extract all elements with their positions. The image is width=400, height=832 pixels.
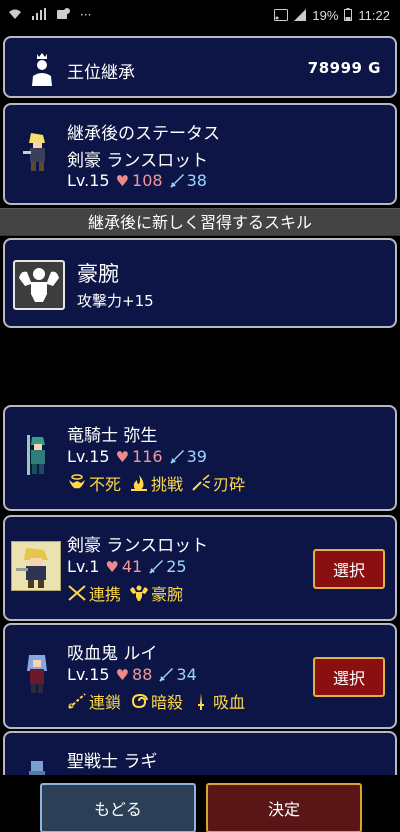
hp-stat: ♥ 41 [105,557,142,576]
header-panel: 王位継承 78999 G [3,36,397,98]
dagger-icon [198,693,205,710]
muscle-icon [130,585,149,601]
mobile-signal-icon [294,8,307,23]
hp-value: 88 [132,665,153,684]
select-button[interactable]: 選択 [313,549,385,589]
sword-icon [169,173,184,188]
back-button[interactable]: もどる [40,783,196,832]
new-skill-banner: 継承後に新しく習得するスキル [0,208,400,236]
gold-amount: 78999 G [307,59,381,77]
attack-value: 25 [166,557,187,576]
chain-icon [68,693,86,709]
skill-badge: 豪腕 [129,581,183,605]
skill-badge: 挑戦 [129,471,183,495]
candidate-name: 剣豪 ランスロット [67,536,209,556]
wifi-icon [8,8,22,22]
candidate-stats: Lv.1 ♥ 41 25 [67,557,187,576]
inherit-stats: Lv.15 ♥ 108 38 [67,171,207,190]
hp-value: 41 [121,557,143,576]
attack-value: 38 [186,171,207,190]
level-label: Lv.15 [67,665,110,684]
skill-badge: 連鎖 [67,689,121,713]
sword-icon [159,667,174,682]
crossed-swords-icon [68,585,86,601]
battery-icon [344,8,353,23]
attack-stat: 34 [158,665,197,684]
inherit-status-title: 継承後のステータス [67,124,220,144]
notification-icon [56,8,70,22]
new-skill-name: 豪腕 [77,262,119,286]
broken-blade-icon [192,474,211,491]
candidate-skills: 不死 挑戦 刃砕 [67,471,245,495]
candidate-stats: Lv.15 ♥ 116 39 [67,447,207,466]
new-skill-panel: 豪腕 攻撃力+15 [3,238,397,328]
flame-icon [131,475,148,491]
inherit-status-panel: 継承後のステータス 剣豪 ランスロット Lv.15 ♥ 108 38 [3,103,397,205]
candidate-skills: 連鎖 暗殺 吸血 [67,689,245,713]
bottom-action-bar: もどる 決定 [0,775,400,832]
candidate-name: 吸血鬼 ルイ [67,644,158,664]
lancelot-sprite [16,548,48,588]
skill-badge: 刃砕 [191,471,245,495]
confirm-button[interactable]: 決定 [206,783,362,832]
skill-badge: 暗殺 [129,689,183,713]
hp-value: 108 [132,171,163,190]
hp-stat: ♥ 116 [116,447,163,466]
attack-value: 34 [176,665,197,684]
skill-badge: 吸血 [191,689,245,713]
system-status-bar: ··· 19% 11:22 [0,0,400,30]
hp-value: 116 [132,447,163,466]
hp-stat: ♥ 108 [116,171,163,190]
clock: 11:22 [358,8,390,23]
page-title: 王位継承 [67,63,135,83]
heart-icon: ♥ [115,665,130,684]
candidate-skills: 連携 豪腕 [67,581,183,605]
yayoi-sprite [27,435,45,475]
attack-value: 39 [186,447,207,466]
level-label: Lv.15 [67,447,110,466]
skill-badge: 不死 [67,471,121,495]
level-label: Lv.1 [67,557,100,576]
heart-icon: ♥ [105,557,119,576]
attack-stat: 25 [148,557,187,576]
candidate-card[interactable]: 吸血鬼 ルイ Lv.15 ♥ 88 34 連鎖 暗殺 吸血 選択 [3,623,397,729]
battery-percent: 19% [312,8,339,23]
more-notifications-icon: ··· [80,8,92,22]
rui-sprite [27,655,47,693]
level-label: Lv.15 [67,171,110,190]
skill-badge: 連携 [67,581,121,605]
heart-icon: ♥ [115,447,130,466]
attack-stat: 38 [169,171,207,190]
signal-icon [32,8,46,22]
king-icon [32,53,52,86]
cast-icon [274,8,289,23]
skill-icon-frame [13,260,65,310]
angel-wings-icon [69,474,85,489]
sword-icon [169,449,184,464]
sword-icon [149,559,164,574]
portrait-frame [11,541,61,591]
swirl-icon [132,693,148,709]
candidate-card[interactable]: 剣豪 ランスロット Lv.1 ♥ 41 25 連携 豪腕 選択 [3,515,397,621]
new-skill-effect: 攻撃力+15 [77,292,154,310]
candidate-card[interactable]: 竜騎士 弥生 Lv.15 ♥ 116 39 不死 挑戦 刃砕 [3,405,397,511]
candidate-name: 竜騎士 弥生 [67,426,158,446]
heart-icon: ♥ [115,171,130,190]
attack-stat: 39 [169,447,207,466]
muscle-icon [19,268,59,302]
candidate-stats: Lv.15 ♥ 88 34 [67,665,197,684]
lancelot-sprite [23,133,45,171]
inherit-character-name: 剣豪 ランスロット [67,151,209,171]
hp-stat: ♥ 88 [116,665,153,684]
candidate-name: 聖戦士 ラギ [67,752,158,772]
select-button[interactable]: 選択 [313,657,385,697]
